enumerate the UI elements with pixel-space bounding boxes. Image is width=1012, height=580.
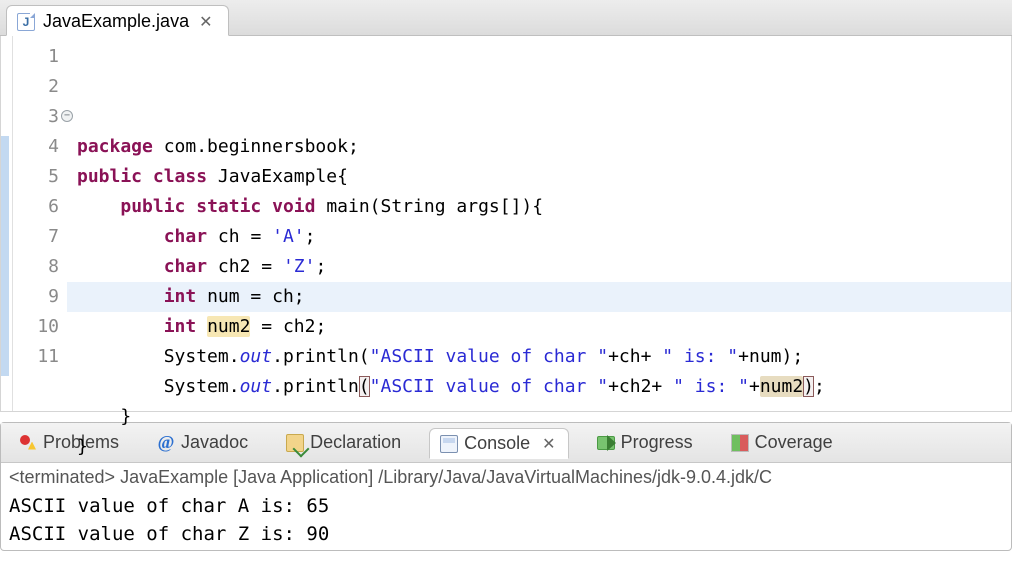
code-editor[interactable]: 123−4567891011 package com.beginnersbook…: [0, 36, 1012, 412]
line-number: 4: [13, 132, 59, 162]
editor-tabbar: J JavaExample.java ✕: [0, 0, 1012, 36]
coverage-icon: [731, 434, 749, 452]
code-line[interactable]: char ch2 = 'Z';: [73, 252, 1011, 282]
line-number: 1: [13, 42, 59, 72]
line-number: 6: [13, 192, 59, 222]
code-content[interactable]: package com.beginnersbook;public class J…: [67, 36, 1011, 411]
console-output[interactable]: ASCII value of char A is: 65 ASCII value…: [1, 490, 1011, 550]
code-line[interactable]: System.out.println("ASCII value of char …: [73, 342, 1011, 372]
code-line[interactable]: System.out.println("ASCII value of char …: [73, 372, 1011, 402]
line-number: 2: [13, 72, 59, 102]
code-line[interactable]: package com.beginnersbook;: [73, 132, 1011, 162]
close-icon[interactable]: ✕: [197, 12, 214, 32]
progress-icon: [597, 436, 615, 450]
line-number: 5: [13, 162, 59, 192]
line-number-gutter: 123−4567891011: [13, 36, 67, 411]
tab-console[interactable]: Console ✕: [429, 428, 568, 459]
close-icon[interactable]: ✕: [540, 434, 557, 454]
problems-icon: [19, 434, 37, 452]
editor-tab-active[interactable]: J JavaExample.java ✕: [6, 5, 229, 36]
editor-tab-filename: JavaExample.java: [43, 11, 189, 32]
console-icon: [440, 435, 458, 453]
code-line[interactable]: int num2 = ch2;: [73, 312, 1011, 342]
line-number: 10: [13, 312, 59, 342]
line-number: 7: [13, 222, 59, 252]
line-number: 3−: [13, 102, 59, 132]
launch-terminated-line: <terminated> JavaExample [Java Applicati…: [1, 463, 1011, 490]
tab-label: Console: [464, 433, 530, 454]
line-number: 11: [13, 342, 59, 372]
code-line[interactable]: char ch = 'A';: [73, 222, 1011, 252]
declaration-icon: [286, 434, 304, 452]
code-line[interactable]: int num = ch;: [73, 282, 1011, 312]
line-number: 8: [13, 252, 59, 282]
change-marker: [1, 136, 9, 376]
line-number: 9: [13, 282, 59, 312]
code-line[interactable]: public static void main(String args[]){: [73, 192, 1011, 222]
java-file-icon: J: [17, 13, 35, 31]
code-line[interactable]: public class JavaExample{: [73, 162, 1011, 192]
marker-ruler: [1, 36, 13, 411]
